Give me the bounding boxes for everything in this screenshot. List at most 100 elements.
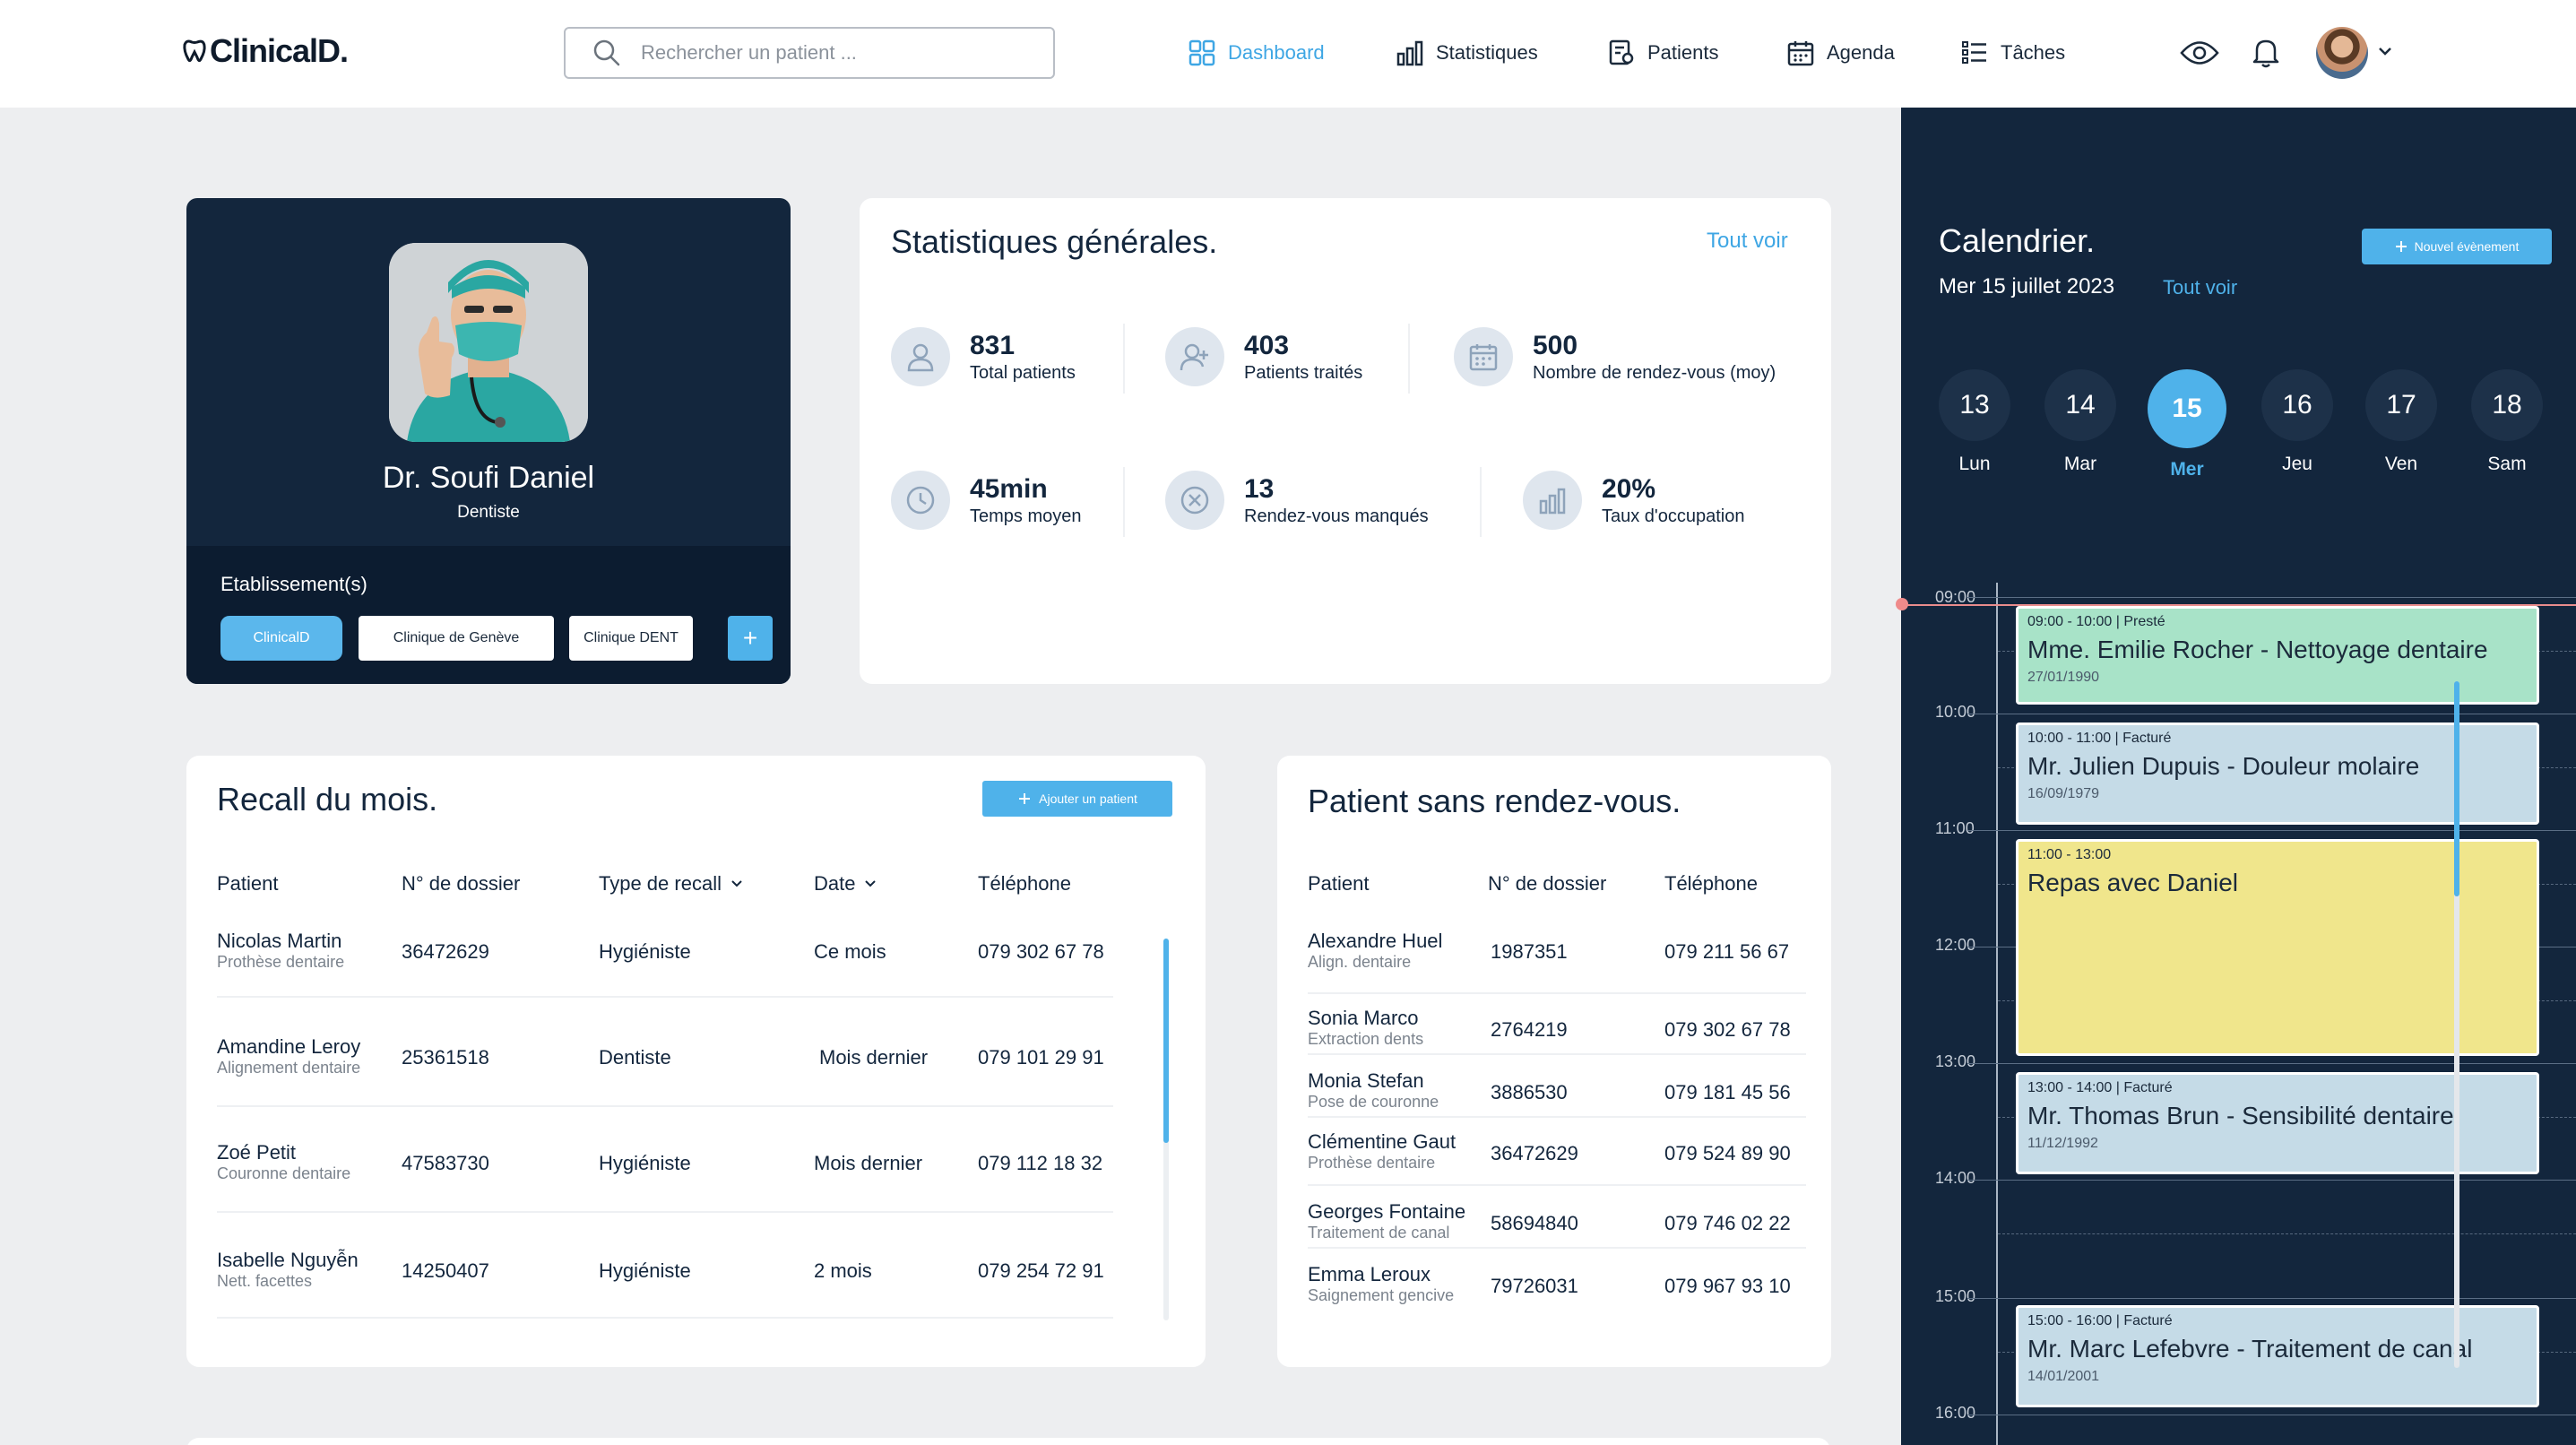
search-bar[interactable] xyxy=(564,27,1055,79)
establishment-chip-dent[interactable]: Clinique DENT xyxy=(569,616,693,661)
nav-label-statistiques: Statistiques xyxy=(1436,41,1538,64)
calendar-icon xyxy=(1787,41,1814,66)
recall-date: 2 mois xyxy=(814,1259,872,1282)
patient-treatment: Pose de couronne xyxy=(1308,1093,1439,1111)
user-avatar[interactable] xyxy=(2316,27,2368,79)
stat-total-patients: 831 Total patients xyxy=(891,327,1076,386)
hour-rule xyxy=(1967,1063,2576,1064)
stat-value: 831 xyxy=(970,331,1016,360)
profile-card: Dr. Soufi Daniel Dentiste Etablissement(… xyxy=(186,198,791,684)
nav-agenda[interactable]: Agenda xyxy=(1787,39,1895,66)
calendar-event[interactable]: 10:00 - 11:00 | Facturé Mr. Julien Dupui… xyxy=(2016,722,2539,825)
dossier-number: 14250407 xyxy=(402,1259,489,1282)
dossier-number: 36472629 xyxy=(1491,1142,1578,1164)
hour-label: 16:00 xyxy=(1935,1404,1976,1422)
new-event-label: Nouvel évènement xyxy=(2414,239,2520,254)
dossier-number: 25361518 xyxy=(402,1046,489,1069)
grid-icon xyxy=(1189,39,1215,66)
stat-value: 403 xyxy=(1244,331,1290,360)
stats-card: Statistiques générales. Tout voir 831 Tot… xyxy=(860,198,1831,684)
add-patient-button[interactable]: Ajouter un patient xyxy=(982,781,1172,817)
day-18[interactable]: 18 xyxy=(2471,369,2543,441)
add-establishment-button[interactable]: + xyxy=(728,616,773,661)
patient-name: Clémentine Gaut xyxy=(1308,1130,1457,1153)
column-label: Téléphone xyxy=(1664,872,1758,895)
day-13[interactable]: 13 xyxy=(1939,369,2010,441)
divider xyxy=(1480,467,1482,537)
bell-icon[interactable] xyxy=(2252,38,2280,68)
bar-chart-icon xyxy=(1523,471,1582,530)
establishment-chip-geneve[interactable]: Clinique de Genève xyxy=(359,616,554,661)
hour-label: 15:00 xyxy=(1935,1287,1976,1305)
calendar-icon xyxy=(1454,327,1513,386)
row-divider xyxy=(1308,1053,1806,1055)
recall-type: Hygiéniste xyxy=(599,940,691,963)
event-date: 11/12/1992 xyxy=(2027,1136,2098,1151)
dossier-number: 3886530 xyxy=(1491,1081,1568,1103)
nav-label-agenda: Agenda xyxy=(1827,41,1895,64)
patient-treatment: Saignement gencive xyxy=(1308,1286,1455,1304)
plus-icon xyxy=(2395,241,2407,252)
timeline-axis xyxy=(1996,583,1998,1445)
column-header-type-recall[interactable]: Type de recall xyxy=(599,872,743,896)
calendar-event[interactable]: 11:00 - 13:00 Repas avec Daniel xyxy=(2016,839,2539,1056)
search-input[interactable] xyxy=(641,41,1017,65)
patient-name: Sonia Marco xyxy=(1308,1007,1419,1029)
stats-see-all-link[interactable]: Tout voir xyxy=(1707,229,1788,254)
nav-dashboard[interactable]: Dashboard xyxy=(1189,39,1325,66)
table-scrollbar-thumb[interactable] xyxy=(1163,939,1169,1143)
nav-taches[interactable]: Tâches xyxy=(1961,39,2065,66)
dossier-number: 2764219 xyxy=(1491,1018,1568,1041)
stat-label: Nombre de rendez-vous (moy) xyxy=(1533,363,1776,383)
recall-type: Hygiéniste xyxy=(599,1259,691,1282)
event-title: Mr. Julien Dupuis - Douleur molaire xyxy=(2027,752,2420,780)
chevron-down-icon[interactable] xyxy=(2377,45,2393,57)
calendar-event[interactable]: 09:00 - 10:00 | Presté Mme. Emilie Roche… xyxy=(2016,606,2539,705)
calendar-see-all-link[interactable]: Tout voir xyxy=(2163,276,2237,299)
column-label: Type de recall xyxy=(599,872,722,895)
column-header-date[interactable]: Date xyxy=(814,872,877,896)
patient-treatment: Alignement dentaire xyxy=(217,1059,361,1077)
calendar-title: Calendrier. xyxy=(1939,222,2096,259)
calendar-event[interactable]: 15:00 - 16:00 | Facturé Mr. Marc Lefebvr… xyxy=(2016,1305,2539,1407)
doctor-portrait-icon xyxy=(389,243,588,442)
bottom-card xyxy=(186,1438,1830,1445)
row-divider xyxy=(217,1105,1113,1107)
nav-patients[interactable]: Patients xyxy=(1608,39,1719,66)
event-title: Mr. Thomas Brun - Sensibilité dentaire xyxy=(2027,1102,2454,1129)
day-label-lun: Lun xyxy=(1958,454,1991,474)
calendar-scrollbar-thumb[interactable] xyxy=(2454,681,2459,896)
column-label: Date xyxy=(814,872,856,895)
stat-label: Patients traités xyxy=(1244,363,1363,383)
x-circle-icon xyxy=(1165,471,1224,530)
phone-number: 079 302 67 78 xyxy=(1664,1018,1791,1041)
no-appointment-card: Patient sans rendez-vous. Patient N° de … xyxy=(1277,756,1831,1367)
hour-rule xyxy=(1967,1180,2576,1181)
day-16[interactable]: 16 xyxy=(2261,369,2333,441)
calendar-event[interactable]: 13:00 - 14:00 | Facturé Mr. Thomas Brun … xyxy=(2016,1072,2539,1174)
stat-value: 45min xyxy=(970,474,1048,504)
day-14[interactable]: 14 xyxy=(2044,369,2116,441)
hour-rule xyxy=(1967,597,2576,598)
row-divider xyxy=(1308,1247,1806,1249)
day-label-mer: Mer xyxy=(2170,459,2204,480)
user-add-icon xyxy=(1165,327,1224,386)
phone-number: 079 967 93 10 xyxy=(1664,1275,1791,1297)
eye-icon[interactable] xyxy=(2180,38,2219,68)
new-event-button[interactable]: Nouvel évènement xyxy=(2362,229,2552,264)
recall-date: Mois dernier xyxy=(819,1046,929,1069)
column-header-telephone: Téléphone xyxy=(1664,872,1758,896)
row-divider xyxy=(217,1211,1113,1213)
search-icon xyxy=(593,39,620,66)
day-17[interactable]: 17 xyxy=(2365,369,2437,441)
row-divider xyxy=(1308,1116,1806,1118)
user-icon xyxy=(891,327,950,386)
patient-name: Amandine Leroy xyxy=(217,1035,361,1058)
app-logo[interactable]: ClinicalD. xyxy=(181,32,349,70)
recall-card: Recall du mois. Ajouter un patient Patie… xyxy=(186,756,1206,1367)
phone-number: 079 302 67 78 xyxy=(978,940,1104,963)
nav-statistiques[interactable]: Statistiques xyxy=(1396,39,1538,66)
establishment-chip-clinicald[interactable]: ClinicalD xyxy=(220,616,342,661)
event-date: 16/09/1979 xyxy=(2027,786,2100,801)
day-15-selected[interactable]: 15 xyxy=(2148,369,2226,448)
